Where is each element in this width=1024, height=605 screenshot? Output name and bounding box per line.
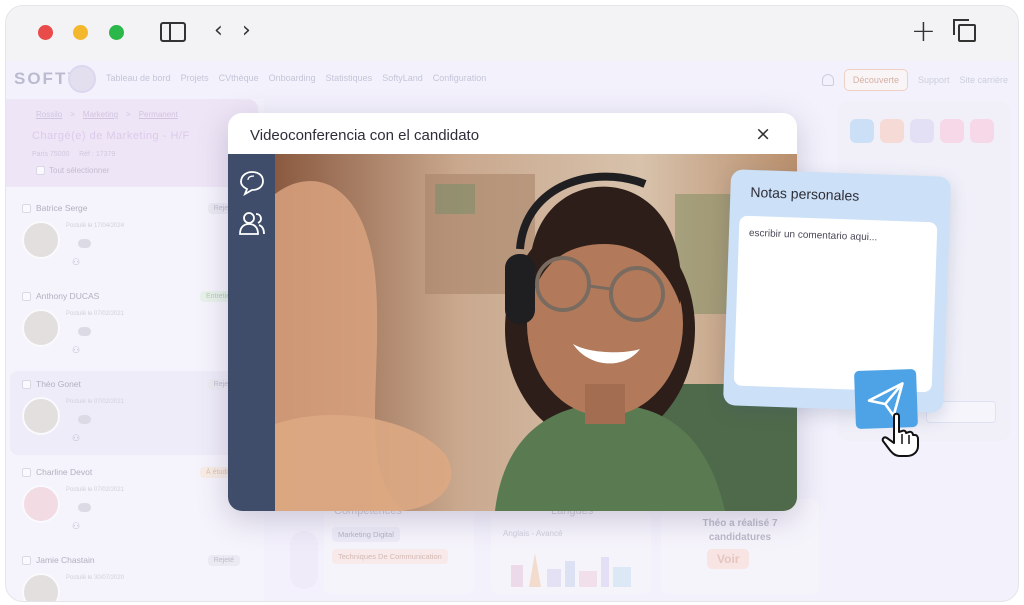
sidebar-toggle-icon[interactable] [160, 22, 186, 42]
back-arrow-icon[interactable]: ‹ [214, 18, 223, 43]
forward-arrow-icon[interactable]: › [242, 18, 251, 43]
hand-cursor-icon [881, 412, 919, 457]
videoconference-modal: Videoconferencia con el candidato × [228, 113, 797, 511]
personal-notes-card: Notas personales escribir un comentario … [722, 169, 952, 413]
tabs-overview-icon[interactable] [953, 19, 976, 42]
candidate-video [275, 154, 797, 511]
window-chrome: ‹ › + [6, 6, 1018, 61]
chat-icon[interactable] [238, 170, 266, 196]
notes-title: Notas personales [750, 183, 860, 204]
modal-title: Videoconferencia con el candidato [250, 127, 480, 144]
notes-placeholder: escribir un comentario aqui... [748, 227, 878, 244]
minimize-window-button[interactable] [73, 25, 88, 40]
modal-sidebar [228, 154, 275, 511]
close-icon[interactable]: × [755, 123, 771, 145]
participants-icon[interactable] [238, 210, 266, 236]
maximize-window-button[interactable] [109, 25, 124, 40]
new-tab-icon[interactable]: + [911, 14, 936, 49]
close-window-button[interactable] [38, 25, 53, 40]
notes-textarea[interactable]: escribir un comentario aqui... [733, 215, 938, 393]
